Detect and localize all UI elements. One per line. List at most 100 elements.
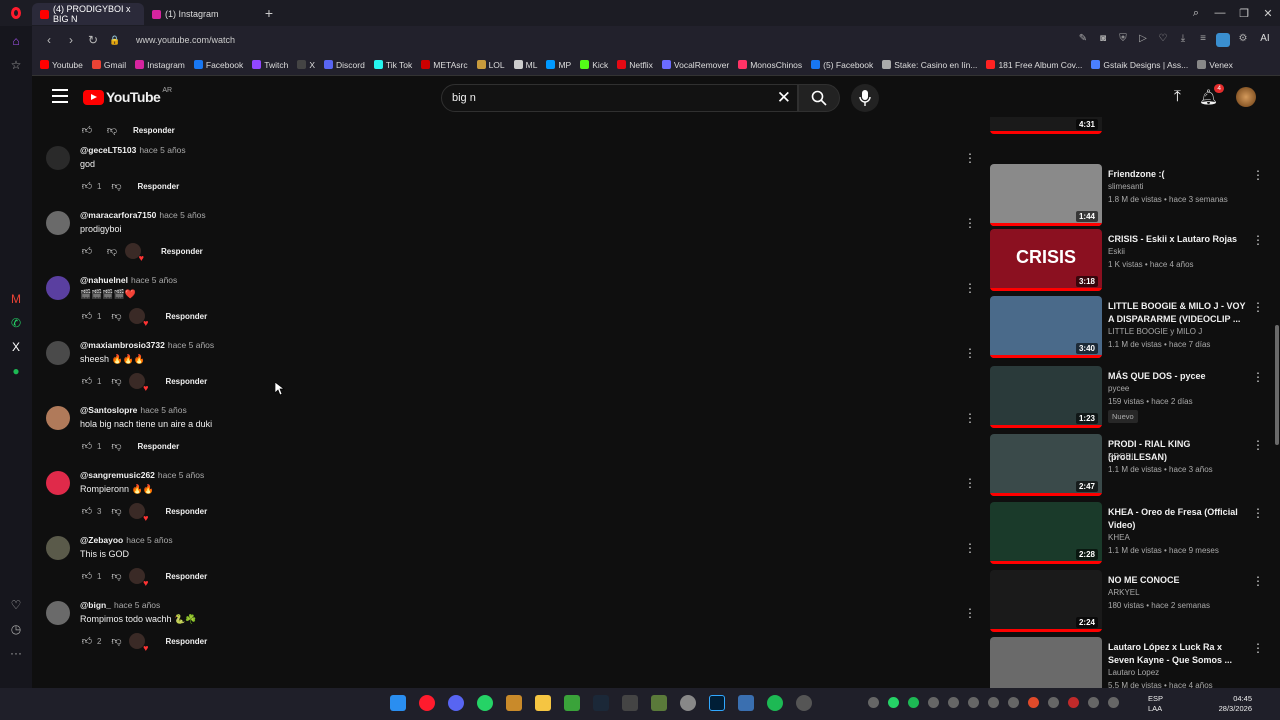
channel-name[interactable]: KHEA [1108,533,1130,542]
dislike-icon[interactable]: 👎︎ [109,505,123,517]
comment-menu-icon[interactable]: ⋮ [964,606,976,620]
dislike-icon[interactable]: 👎︎ [109,570,123,582]
like-icon[interactable]: 👍︎ [80,440,94,452]
video-menu-icon[interactable]: ⋮ [1252,370,1264,384]
comment-author[interactable]: @Santoslopre [80,405,137,415]
channel-name[interactable]: Eskii [1108,247,1125,256]
related-video[interactable]: 2:24 NO ME CONOCE ARKYEL 180 vistas • hace … [990,570,1270,632]
video-menu-icon[interactable]: ⋮ [1252,168,1264,182]
video-thumbnail[interactable]: 2:24 [990,570,1102,632]
home-icon[interactable]: ⌂ [7,32,25,50]
maximize-icon[interactable]: ❐ [1232,7,1256,20]
comment-menu-icon[interactable]: ⋮ [964,476,976,490]
video-title[interactable]: Lautaro López x Luck Ra x Seven Kayne - … [1108,641,1250,667]
dislike-icon[interactable]: 👎︎ [109,440,123,452]
avatar[interactable] [46,341,70,365]
tray-icon[interactable] [1068,697,1079,708]
video-thumbnail[interactable]: 2:47 [990,434,1102,496]
bookmark-item[interactable]: MonosChinos [738,60,802,70]
bookmark-item[interactable]: Venex [1197,60,1233,70]
avatar[interactable] [46,211,70,235]
bookmark-item[interactable]: Stake: Casino en lín... [882,60,977,70]
tray-icon[interactable] [928,697,939,708]
tab-instagram[interactable]: (1) Instagram [144,3,259,25]
new-tab-button[interactable]: + [259,5,279,21]
bookmark-item[interactable]: MP [546,60,571,70]
url-field[interactable]: www.youtube.com/watch [136,35,235,45]
comment-time[interactable]: hace 5 años [140,405,186,415]
comment-menu-icon[interactable]: ⋮ [964,216,976,230]
video-menu-icon[interactable]: ⋮ [1252,300,1264,314]
video-title[interactable]: NO ME CONOCE [1108,574,1250,587]
notifications-button[interactable]: 🔔︎ 4 [1199,83,1224,107]
like-icon[interactable]: 👍︎ [80,375,94,387]
related-video[interactable]: 2:28 KHEA - Oreo de Fresa (Official Video… [990,502,1270,564]
channel-name[interactable]: LITTLE BOOGIE y MILO J [1108,327,1202,336]
like-icon[interactable]: 👍︎ [80,180,94,192]
scrollbar[interactable] [1274,117,1280,688]
like-icon[interactable]: 👍︎ [80,310,94,322]
notepad-icon[interactable] [738,695,754,711]
star-icon[interactable]: ☆ [7,56,25,74]
opera-icon[interactable] [419,695,435,711]
more-icon[interactable]: ··· [7,644,25,662]
reply-button[interactable]: Responder [165,507,207,516]
x-icon[interactable]: X [7,338,25,356]
ai-button[interactable]: AI [1256,33,1274,47]
tray-icon[interactable] [1048,697,1059,708]
tray-icon[interactable] [1108,697,1119,708]
download-icon[interactable]: ⤓ [1176,33,1190,47]
comment-time[interactable]: hace 5 años [114,600,160,610]
reply-button[interactable]: Responder [165,377,207,386]
dislike-icon[interactable]: 👎︎ [109,375,123,387]
tray-icon[interactable] [1028,697,1039,708]
dislike-icon[interactable]: 👎︎ [105,245,119,257]
discord-icon[interactable] [448,695,464,711]
video-thumbnail[interactable] [990,637,1102,688]
bookmark-item[interactable]: ML [513,60,537,70]
avatar[interactable] [46,276,70,300]
menu-icon[interactable] [52,89,68,103]
bookmark-item[interactable]: (5) Facebook [811,60,873,70]
avatar[interactable] [46,601,70,625]
video-thumbnail[interactable]: 1:23 [990,366,1102,428]
game-icon[interactable] [651,695,667,711]
video-menu-icon[interactable]: ⋮ [1252,641,1264,655]
video-menu-icon[interactable]: ⋮ [1252,438,1264,452]
channel-name[interactable]: Lautaro Lopez [1108,668,1159,677]
tab-prodigyboi[interactable]: (4) PRODIGYBOI x BIG N [32,3,144,25]
gmail-icon[interactable]: M [7,290,25,308]
comment-menu-icon[interactable]: ⋮ [964,151,976,165]
settings-icon[interactable]: ⚙ [1236,33,1250,47]
bookmark-item[interactable]: Netflix [617,60,653,70]
spotify-icon[interactable]: ● [7,362,25,380]
video-title[interactable]: Friendzone :( [1108,168,1250,181]
comment-author[interactable]: @bign_ [80,600,111,610]
dislike-icon[interactable]: 👎︎ [105,124,119,136]
channel-name[interactable]: ARKYEL [1108,588,1140,597]
video-menu-icon[interactable]: ⋮ [1252,233,1264,247]
video-menu-icon[interactable]: ⋮ [1252,506,1264,520]
related-video[interactable]: 1:44 Friendzone :(slimesanti 1.8 M de vist… [990,164,1270,226]
whatsapp-icon[interactable]: ✆ [7,314,25,332]
comment-time[interactable]: hace 5 años [139,145,185,155]
heart-icon[interactable]: ♡ [1156,33,1170,47]
edit-icon[interactable]: ✎ [1076,33,1090,47]
reply-button[interactable]: Responder [133,126,175,135]
video-title[interactable]: KHEA - Oreo de Fresa (Official Video) [1108,506,1250,532]
forward-icon[interactable]: › [60,33,82,47]
back-icon[interactable]: ‹ [38,33,60,47]
upload-icon[interactable]: ⤒ [1174,88,1181,106]
bookmark-item[interactable]: Gstaik Designs | Ass... [1091,60,1188,70]
comment-author[interactable]: @Zebayoo [80,535,123,545]
bookmark-item[interactable]: Instagram [135,60,185,70]
play-icon[interactable]: ▷ [1136,33,1150,47]
video-menu-icon[interactable]: ⋮ [1252,574,1264,588]
related-video[interactable]: 2:47 PRODI - RIAL KING (prod.LESAN) PRODI 1… [990,434,1270,496]
reply-button[interactable]: Responder [161,247,203,256]
steam-icon[interactable] [593,695,609,711]
reload-icon[interactable]: ↻ [82,33,104,47]
tray-icon[interactable] [1008,697,1019,708]
opera-logo-icon[interactable] [0,0,32,26]
avatar[interactable] [46,406,70,430]
